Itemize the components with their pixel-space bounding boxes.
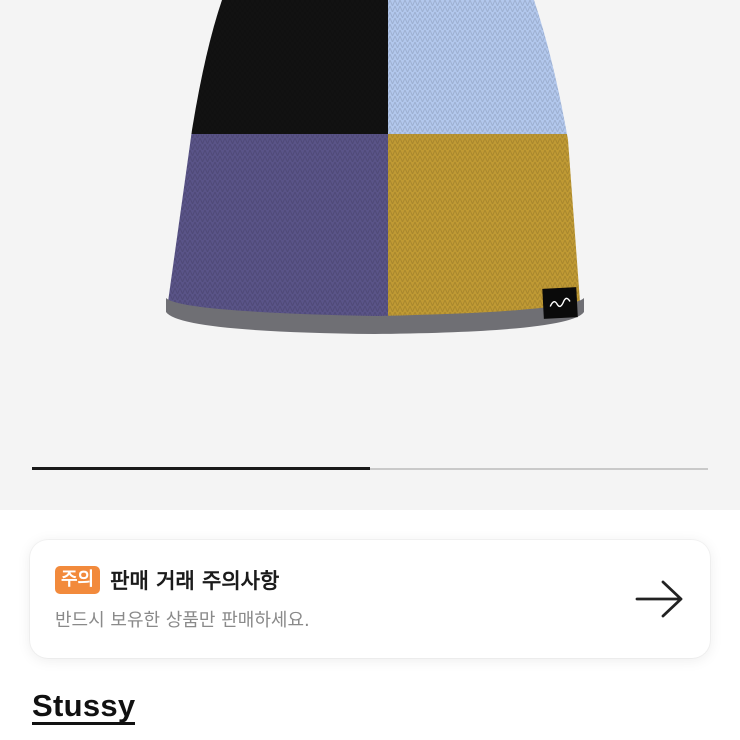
notice-header: 주의 판매 거래 주의사항 <box>55 565 279 595</box>
notice-title: 판매 거래 주의사항 <box>110 569 280 593</box>
image-carousel-progress-fill <box>32 467 370 470</box>
image-carousel-progress <box>32 467 708 470</box>
notice-subtitle: 반드시 보유한 상품만 판매하세요. <box>55 610 310 631</box>
notice-badge: 주의 <box>55 566 101 594</box>
beanie-product-image[interactable] <box>0 0 740 510</box>
brand-name-link[interactable]: Stussy <box>32 690 136 725</box>
product-image-area <box>0 0 740 510</box>
arrow-right-icon <box>635 580 683 618</box>
notice-arrow-button[interactable] <box>634 578 686 620</box>
sale-notice-card[interactable]: 주의 판매 거래 주의사항 반드시 보유한 상품만 판매하세요. <box>30 540 710 658</box>
stussy-tag <box>542 287 578 319</box>
